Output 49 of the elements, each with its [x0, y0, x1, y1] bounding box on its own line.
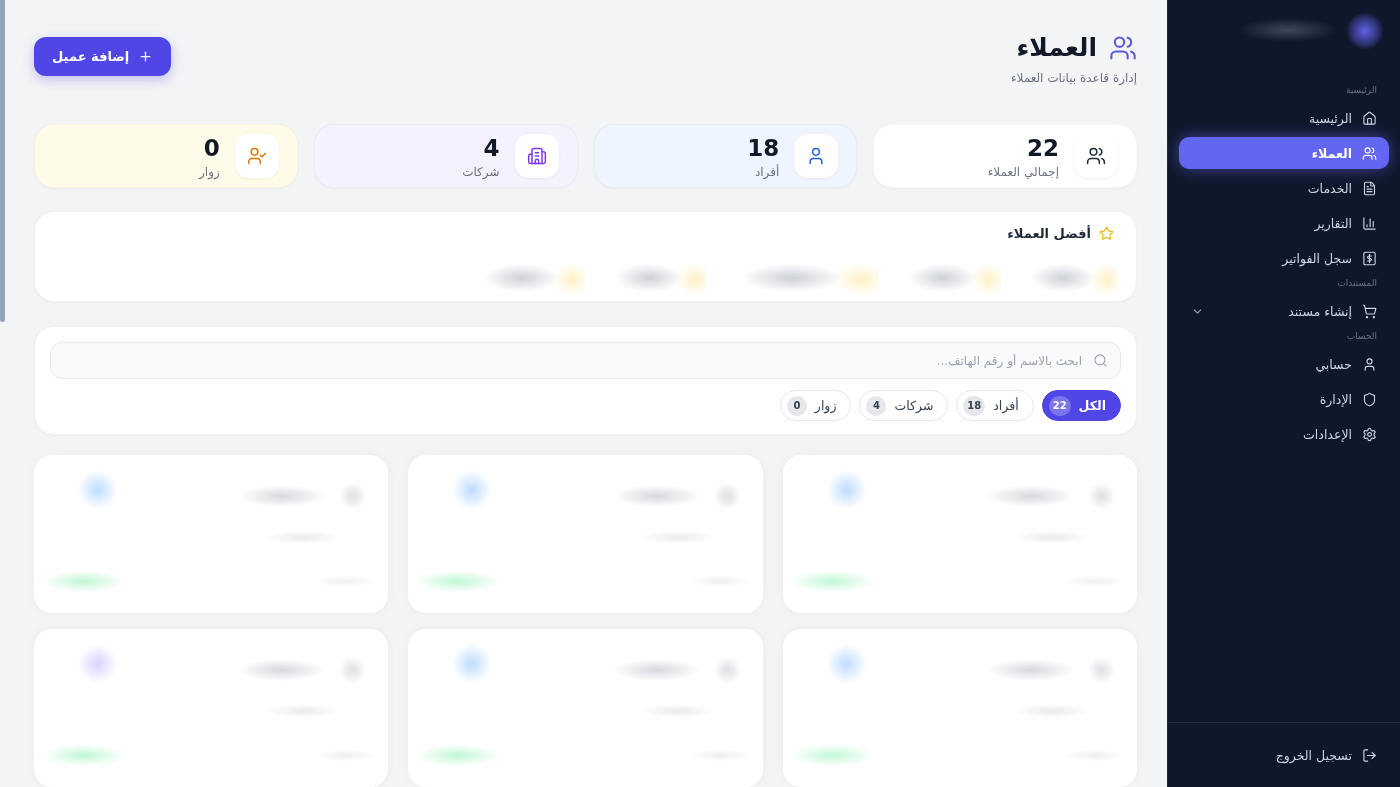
logout-link[interactable]: تسجيل الخروج [1275, 747, 1377, 763]
bar-chart-icon [1362, 215, 1377, 231]
dollar-document-icon [1362, 250, 1377, 266]
sidebar-item[interactable]: الرئيسية [1179, 102, 1389, 134]
stat-label: أفراد [753, 164, 780, 179]
sidebar-item[interactable]: الإعدادات [1179, 418, 1389, 450]
user-check-icon [234, 134, 279, 179]
shield-icon [1362, 391, 1377, 407]
count-badge: 0 [786, 395, 807, 416]
sidebar-item[interactable]: الإدارة [1179, 383, 1389, 415]
page-title: العملاء [1016, 33, 1097, 63]
scrollbar-thumb[interactable] [0, 0, 5, 322]
section-title: أفضل العملاء [1007, 226, 1091, 241]
home-icon [1362, 110, 1377, 126]
sidebar-section-label: الحساب [1345, 330, 1378, 342]
settings-icon [1362, 426, 1377, 442]
sidebar-section-label: المستندات [1336, 277, 1378, 289]
stat-value: 22 [1026, 133, 1059, 163]
logout-icon [1362, 747, 1377, 763]
page-subtitle: إدارة قاعدة بيانات العملاء [1010, 71, 1137, 85]
count-badge: 4 [866, 395, 887, 416]
count-badge: 22 [1048, 395, 1071, 416]
stat-value: 18 [747, 133, 780, 163]
users-icon [1109, 34, 1137, 62]
plus-icon [138, 49, 154, 64]
sidebar-section-label: الرئيسية [1345, 84, 1378, 96]
search-icon [1093, 353, 1108, 368]
count-badge: 18 [963, 395, 986, 416]
user-icon [794, 134, 839, 179]
document-icon [1362, 180, 1377, 196]
users-icon [1362, 145, 1377, 161]
add-customer-button[interactable]: إضافة عميل [34, 37, 172, 76]
stat-label: زوار [199, 164, 220, 179]
sidebar-item[interactable]: سجل الفواتير [1179, 242, 1389, 274]
stat-value: 0 [202, 133, 220, 163]
sidebar-item[interactable]: إنشاء مستند [1179, 295, 1389, 327]
stat-label: شركات [462, 164, 500, 179]
sidebar-item[interactable]: الخدمات [1179, 172, 1389, 204]
user-icon [1362, 356, 1377, 372]
sidebar-item[interactable]: التقارير [1179, 207, 1389, 239]
blurred-avatar [1346, 12, 1384, 50]
sidebar-item[interactable]: حسابي [1179, 348, 1389, 380]
stat-label: إجمالي العملاء [987, 164, 1059, 179]
users-icon [1074, 134, 1118, 179]
stat-value: 4 [482, 133, 500, 163]
star-icon [1099, 226, 1114, 241]
cart-icon [1362, 303, 1377, 319]
building-icon [514, 134, 559, 179]
sidebar-item[interactable]: العملاء [1179, 137, 1389, 169]
